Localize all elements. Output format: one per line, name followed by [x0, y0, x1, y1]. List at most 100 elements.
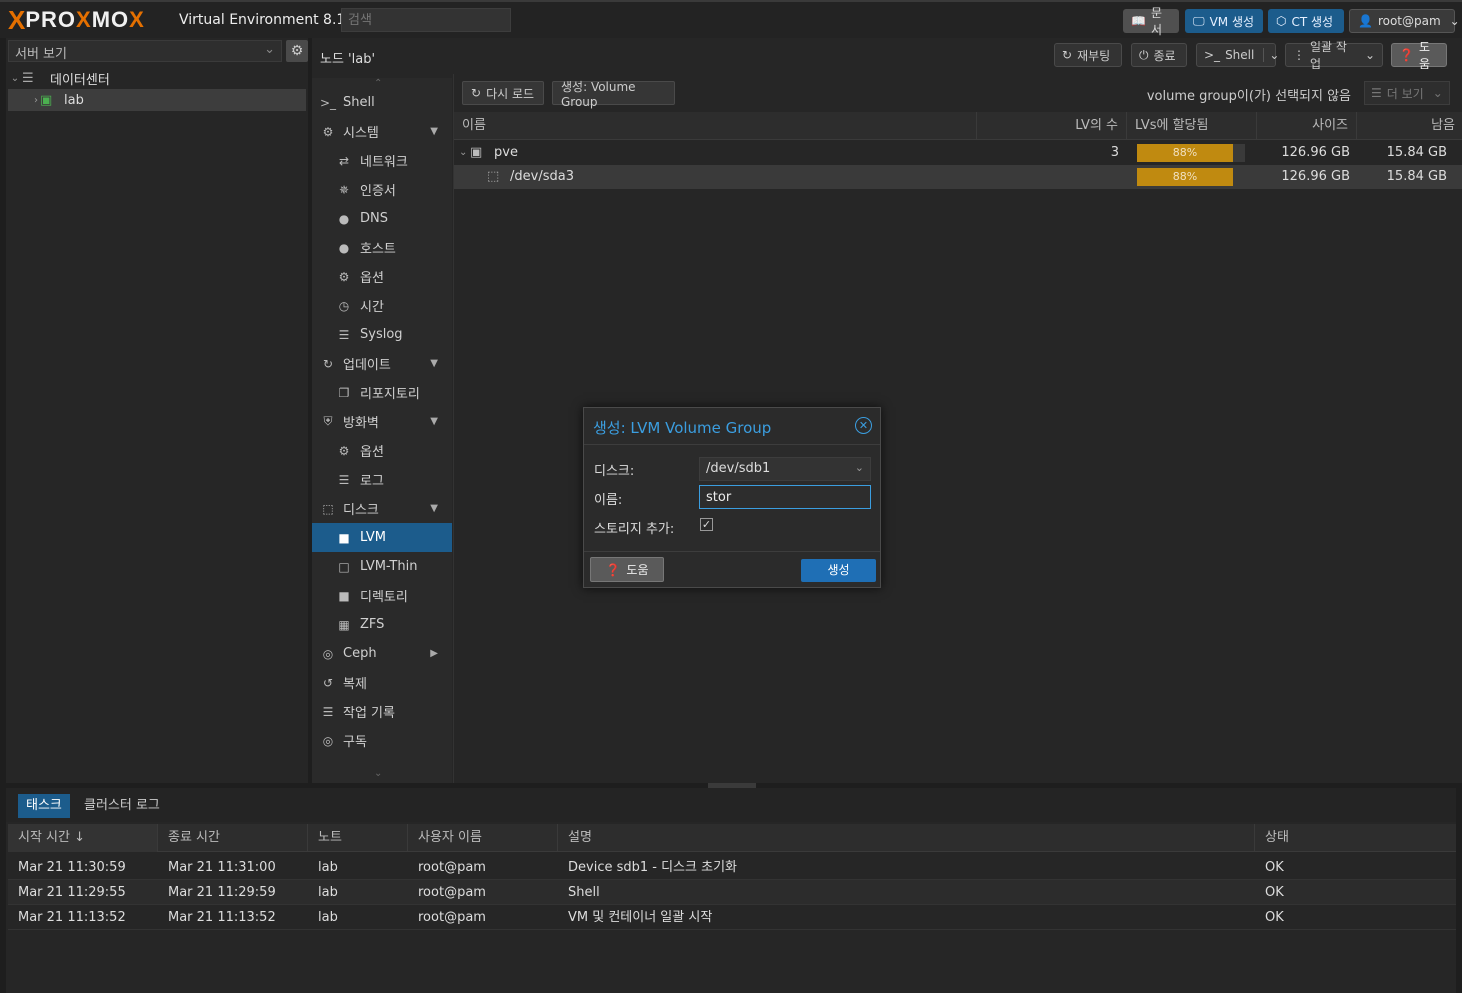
add-storage-label: 스토리지 추가:: [594, 522, 675, 537]
caret-down-icon[interactable]: ▼: [430, 126, 438, 137]
nav-item-11[interactable]: ⛨ 방화벽 ▼: [312, 407, 452, 436]
nav-item-2[interactable]: ⇄ 네트워크: [312, 146, 452, 175]
add-storage-checkbox[interactable]: ✓: [700, 518, 713, 531]
nav-item-8[interactable]: ☰ Syslog: [312, 320, 452, 349]
help-button[interactable]: ❓ 도움: [1391, 40, 1447, 71]
column-header-free[interactable]: 남음: [1357, 112, 1462, 140]
dialog-title: 생성: LVM Volume Group: [593, 419, 772, 437]
log-grid-header: 시작 시간 ↓ 종료 시간 노트 사용자 이름 설명 상태: [8, 824, 1456, 852]
lvm-grid-header: 이름 LV의 수 LVs에 할당됨 사이즈 남음: [454, 112, 1462, 140]
tree-item-datacenter[interactable]: ⌄ ☰ 데이터센터: [8, 67, 306, 89]
column-header-name[interactable]: 이름: [454, 112, 977, 140]
refresh-icon: ↻: [471, 86, 482, 100]
chevron-down-icon[interactable]: ⌄: [459, 141, 467, 165]
proxmox-logo[interactable]: X PROXMOX: [8, 7, 145, 33]
nav-item-14[interactable]: ⬚ 디스크 ▼: [312, 494, 452, 523]
caret-right-icon[interactable]: ▶: [430, 648, 438, 659]
nav-item-21[interactable]: ☰ 작업 기록: [312, 697, 452, 726]
caret-down-icon[interactable]: ▼: [430, 503, 438, 514]
create-ct-button[interactable]: ⬡ CT 생성: [1268, 9, 1344, 33]
user-menu-button[interactable]: 👤 root@pam ⌄: [1349, 9, 1460, 33]
nav-item-19[interactable]: ◎ Ceph ▶: [312, 639, 452, 668]
column-header-start-time[interactable]: 시작 시간 ↓: [8, 824, 158, 852]
gear-icon[interactable]: ⚙: [286, 40, 308, 62]
nav-item-13[interactable]: ☰ 로그: [312, 465, 452, 494]
bulk-actions-button[interactable]: ⋮ 일괄 작업 ⌄: [1285, 40, 1383, 71]
dialog-form: 디스크: /dev/sdb1 ⌄ 이름: 스토리지 추가: ✓: [584, 444, 880, 552]
chevron-down-icon: ⌄: [1432, 86, 1443, 100]
tab-cluster-log[interactable]: 클러스터 로그: [76, 794, 168, 818]
list-alt-icon: ☰: [322, 704, 334, 719]
table-row[interactable]: ⬚ /dev/sda3 88% 126.96 GB 15.84 GB: [454, 165, 1462, 189]
column-header-end-time[interactable]: 종료 시간: [158, 824, 308, 852]
caret-down-icon[interactable]: ▼: [430, 358, 438, 369]
product-version: Virtual Environment 8.1.4: [179, 12, 359, 28]
dialog-help-button[interactable]: ❓ 도움: [590, 557, 664, 582]
exchange-icon: ⇄: [338, 153, 350, 168]
column-header-lv-count[interactable]: LV의 수: [977, 112, 1127, 140]
node-content: 노드 'lab' ↻ 재부팅 ⏻ 종료 >_ Shell ⌄ ⋮ 일괄 작업 ⌄ ❓ 도움 ⌃…: [312, 38, 1462, 783]
view-selector[interactable]: 서버 보기 ⌄: [8, 40, 282, 62]
logo-text-x-end: X: [129, 7, 145, 32]
nav-item-16[interactable]: □ LVM-Thin: [312, 552, 452, 581]
nav-item-6[interactable]: ⚙ 옵션: [312, 262, 452, 291]
column-header-size[interactable]: 사이즈: [1257, 112, 1357, 140]
nav-item-5[interactable]: ● 호스트: [312, 233, 452, 262]
column-header-user[interactable]: 사용자 이름: [408, 824, 558, 852]
reload-button[interactable]: ↻ 다시 로드: [462, 81, 544, 105]
table-row[interactable]: Mar 21 11:29:55 Mar 21 11:29:59 lab root@pa…: [8, 880, 1456, 905]
column-header-description[interactable]: 설명: [558, 824, 1255, 852]
chevron-down-icon[interactable]: ⌄: [8, 73, 22, 84]
hdd-icon: ⬚: [322, 501, 334, 516]
close-icon[interactable]: ✕: [855, 417, 872, 434]
nav-item-18[interactable]: ▦ ZFS: [312, 610, 452, 639]
node-nav-menu: ⌃ >_ Shell ⚙ 시스템 ▼ ⇄ 네트워크 ✵ 인증서 ● DNS ● 호스트 ⚙ 옵션 ◷ 시간 ☰ Sy…: [312, 78, 452, 783]
table-row[interactable]: Mar 21 11:30:59 Mar 21 11:31:00 lab root@pa…: [8, 855, 1456, 880]
nav-item-15[interactable]: ■ LVM: [312, 523, 452, 552]
chevron-down-icon[interactable]: ⌄: [1263, 48, 1279, 62]
nav-item-22[interactable]: ◎ 구독: [312, 726, 452, 755]
shutdown-button[interactable]: ⏻ 종료: [1131, 43, 1187, 67]
nav-item-9[interactable]: ↻ 업데이트 ▼: [312, 349, 452, 378]
disk-select[interactable]: /dev/sdb1 ⌄: [699, 457, 871, 481]
dialog-create-button[interactable]: 생성: [801, 559, 876, 582]
name-input[interactable]: [699, 485, 871, 509]
nav-item-7[interactable]: ◷ 시간: [312, 291, 452, 320]
undo-icon: ↻: [1062, 48, 1073, 62]
nav-item-4[interactable]: ● DNS: [312, 204, 452, 233]
files-icon: ❐: [338, 385, 350, 400]
create-vm-button[interactable]: 🖵 VM 생성: [1185, 9, 1263, 33]
task-log-panel: 태스크 클러스터 로그 시작 시간 ↓ 종료 시간 노트 사용자 이름 설명 상…: [6, 788, 1456, 993]
tree-item-node-lab[interactable]: › ▣ lab: [8, 89, 306, 111]
shell-button[interactable]: >_ Shell ⌄: [1196, 43, 1279, 67]
chevron-right-icon[interactable]: ›: [8, 95, 38, 106]
chevron-down-icon[interactable]: ⌄: [855, 461, 864, 474]
question-circle-icon: ❓: [605, 562, 621, 577]
disk-label: 디스크:: [594, 464, 635, 479]
column-header-node[interactable]: 노트: [308, 824, 408, 852]
tab-tasks[interactable]: 태스크: [18, 794, 70, 818]
th-large-icon: ▦: [338, 617, 350, 632]
globe-icon: ●: [338, 240, 350, 255]
nav-item-1[interactable]: ⚙ 시스템 ▼: [312, 117, 452, 146]
folder-icon: ■: [338, 588, 350, 603]
more-button[interactable]: ☰ 더 보기 ⌄: [1364, 81, 1450, 105]
hdd-icon: ⬚: [487, 169, 500, 184]
column-header-status[interactable]: 상태: [1255, 824, 1456, 852]
nav-item-20[interactable]: ↺ 복제: [312, 668, 452, 697]
nav-item-17[interactable]: ■ 디렉토리: [312, 581, 452, 610]
nav-item-12[interactable]: ⚙ 옵션: [312, 436, 452, 465]
nav-item-3[interactable]: ✵ 인증서: [312, 175, 452, 204]
column-header-usage[interactable]: LVs에 할당됨: [1127, 112, 1257, 140]
create-volume-group-button[interactable]: 생성: Volume Group: [552, 80, 675, 109]
docs-button[interactable]: 📖 문서: [1123, 6, 1179, 37]
nav-item-0[interactable]: >_ Shell: [312, 88, 452, 117]
scroll-down-icon[interactable]: ⌄: [374, 768, 382, 779]
caret-down-icon[interactable]: ▼: [430, 416, 438, 427]
search-input[interactable]: [341, 8, 511, 32]
reboot-button[interactable]: ↻ 재부팅: [1054, 43, 1122, 67]
logo-x-mark: X: [8, 5, 26, 35]
table-row[interactable]: Mar 21 11:13:52 Mar 21 11:13:52 lab root@pa…: [8, 905, 1456, 930]
table-row[interactable]: ⌄ ▣ pve 3 88% 126.96 GB 15.84 GB: [454, 141, 1462, 165]
nav-item-10[interactable]: ❐ 리포지토리: [312, 378, 452, 407]
